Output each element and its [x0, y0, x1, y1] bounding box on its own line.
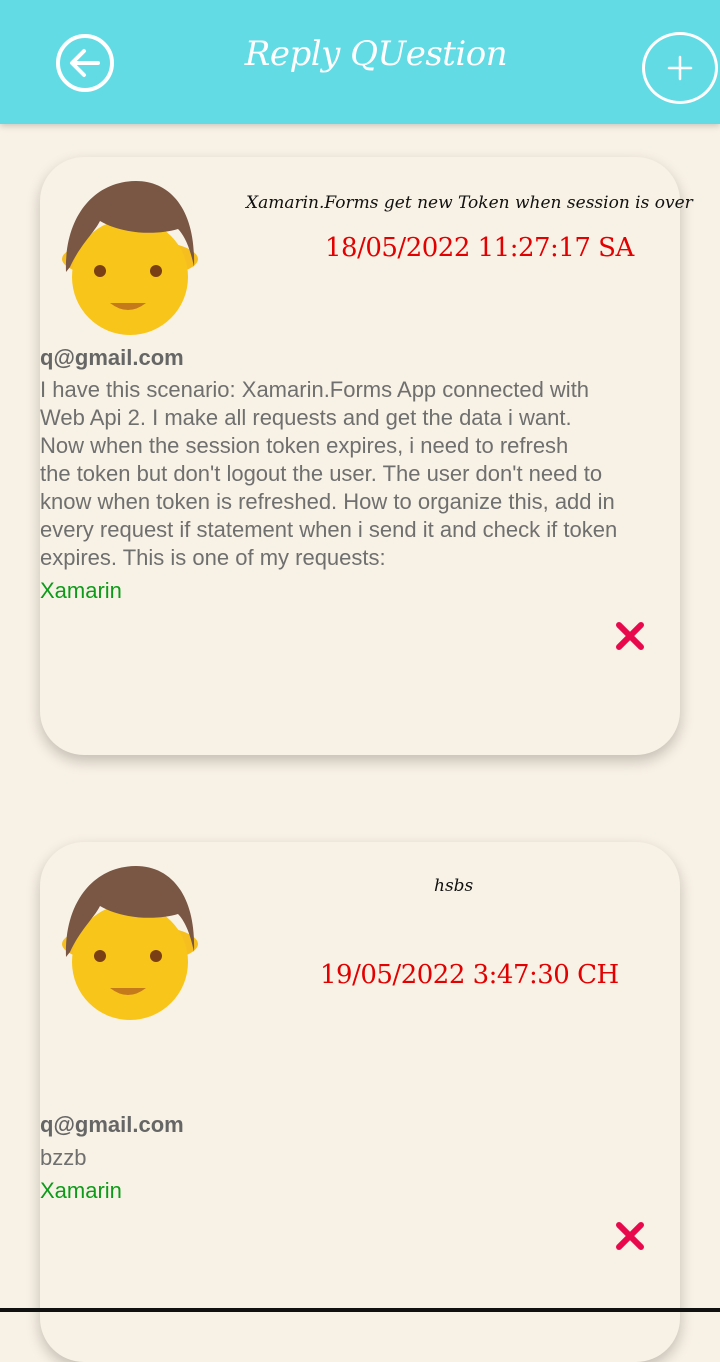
author-email: q@gmail.com	[40, 345, 184, 370]
question-tag: Xamarin	[40, 578, 122, 603]
question-date: 19/05/2022 3:47:30 CH	[320, 960, 619, 990]
plus-icon	[667, 55, 693, 81]
question-content: I have this scenario: Xamarin.Forms App …	[40, 377, 618, 570]
page-title: Reply QUestion	[244, 34, 508, 74]
question-title: hsbs	[434, 876, 474, 896]
app-header: Reply QUestion	[0, 0, 720, 124]
question-content: bzzb	[40, 1145, 87, 1170]
add-question-button[interactable]	[642, 32, 718, 104]
delete-button[interactable]	[614, 620, 646, 652]
bottom-edge	[0, 1308, 720, 1312]
question-title: Xamarin.Forms get new Token when session…	[246, 193, 693, 213]
boy-avatar-icon	[62, 866, 198, 1020]
question-card[interactable]: Xamarin.Forms get new Token when session…	[40, 157, 693, 755]
question-tag: Xamarin	[40, 1178, 122, 1203]
author-email: q@gmail.com	[40, 1112, 184, 1137]
question-card[interactable]: hsbs 19/05/2022 3:47:30 CH q@gmail.com b…	[40, 842, 680, 1362]
delete-button[interactable]	[614, 1220, 646, 1252]
boy-avatar-icon	[62, 181, 198, 335]
question-date: 18/05/2022 11:27:17 SA	[325, 233, 634, 263]
